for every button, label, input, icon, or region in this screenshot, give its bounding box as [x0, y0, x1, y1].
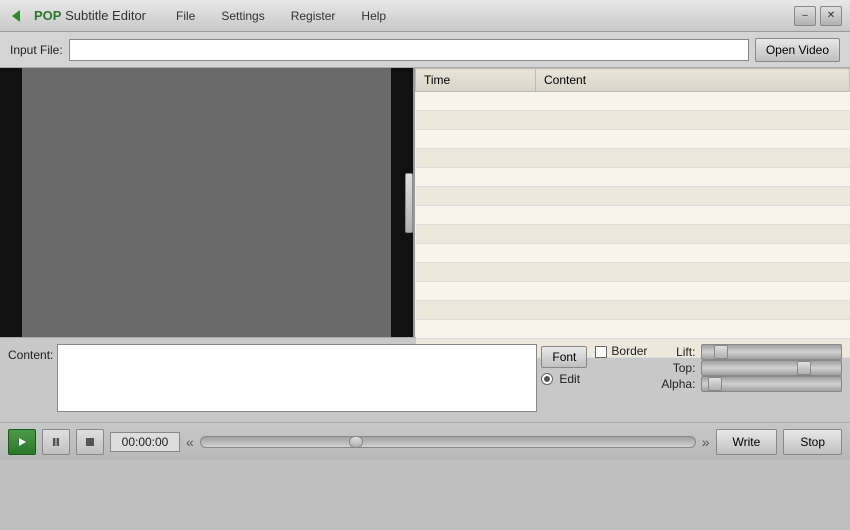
content-with-labels: Content: Font Edit Border	[8, 344, 647, 412]
subtitle-panel: Time Content	[415, 68, 850, 337]
table-row	[416, 149, 850, 168]
play-icon	[17, 437, 27, 447]
stop-transport-button[interactable]: Stop	[783, 429, 842, 455]
write-button[interactable]: Write	[716, 429, 778, 455]
table-row	[416, 111, 850, 130]
col-time: Time	[416, 69, 536, 92]
alpha-slider-row: Alpha:	[655, 376, 842, 392]
col-content: Content	[536, 69, 850, 92]
title-controls: – ✕	[794, 6, 842, 26]
border-label: Border	[611, 344, 647, 358]
stop-button[interactable]	[76, 429, 104, 455]
video-content	[22, 68, 391, 337]
table-row	[416, 282, 850, 301]
menu-register[interactable]: Register	[287, 7, 340, 25]
table-row	[416, 225, 850, 244]
pause-icon	[51, 437, 61, 447]
input-file-field[interactable]	[69, 39, 749, 61]
table-row	[416, 301, 850, 320]
top-thumb[interactable]	[797, 361, 811, 375]
bottom-left: Content: Font Edit Border	[8, 344, 647, 416]
table-row	[416, 244, 850, 263]
video-panel	[0, 68, 415, 337]
content-textarea[interactable]	[57, 344, 537, 412]
menu-settings[interactable]: Settings	[217, 7, 268, 25]
top-slider-row: Top:	[655, 360, 842, 376]
border-area: Border	[595, 344, 647, 362]
lift-track[interactable]	[701, 344, 842, 360]
lift-thumb[interactable]	[714, 345, 728, 359]
stop-icon	[85, 437, 95, 447]
subtitle-table: Time Content	[415, 68, 850, 358]
font-button[interactable]: Font	[541, 346, 587, 368]
pause-button[interactable]	[42, 429, 70, 455]
table-row	[416, 168, 850, 187]
bottom-area: Content: Font Edit Border	[0, 338, 850, 422]
video-black-left	[0, 68, 22, 337]
progress-track[interactable]	[200, 436, 696, 448]
edit-radio[interactable]	[541, 373, 553, 385]
table-row	[416, 92, 850, 111]
top-label: Top:	[655, 361, 695, 375]
lift-label: Lift:	[655, 345, 695, 359]
lift-slider-row: Lift:	[655, 344, 842, 360]
sliders-area: Lift: Top: Alpha:	[647, 344, 842, 416]
main-area: Time Content	[0, 68, 850, 338]
table-row	[416, 263, 850, 282]
border-checkbox[interactable]	[595, 346, 607, 358]
edit-row: Edit	[541, 372, 587, 386]
menu-help[interactable]: Help	[357, 7, 390, 25]
video-display	[0, 68, 413, 337]
input-file-label: Input File:	[10, 43, 63, 57]
edit-label: Edit	[559, 372, 580, 386]
nav-right-button[interactable]: »	[702, 434, 710, 450]
minimize-button[interactable]: –	[794, 6, 816, 26]
open-video-button[interactable]: Open Video	[755, 38, 840, 62]
top-track[interactable]	[701, 360, 842, 376]
input-bar: Input File: Open Video	[0, 32, 850, 68]
content-label: Content:	[8, 348, 53, 362]
time-display: 00:00:00	[110, 432, 180, 452]
progress-thumb[interactable]	[349, 436, 363, 448]
close-button[interactable]: ✕	[820, 6, 842, 26]
table-row	[416, 320, 850, 339]
play-button[interactable]	[8, 429, 36, 455]
app-title: POP Subtitle Editor	[34, 8, 146, 23]
alpha-track[interactable]	[701, 376, 842, 392]
bottom-main: Content: Font Edit Border	[8, 344, 842, 416]
video-scrollbar[interactable]	[405, 173, 413, 233]
table-row	[416, 206, 850, 225]
transport-bar: 00:00:00 « » Write Stop	[0, 422, 850, 460]
app-icon	[8, 6, 28, 26]
nav-left-button[interactable]: «	[186, 434, 194, 450]
radio-inner	[544, 376, 550, 382]
menu-file[interactable]: File	[172, 7, 199, 25]
title-bar: POP Subtitle Editor File Settings Regist…	[0, 0, 850, 32]
alpha-thumb[interactable]	[708, 377, 722, 391]
table-row	[416, 130, 850, 149]
table-row	[416, 187, 850, 206]
alpha-label: Alpha:	[655, 377, 695, 391]
subtitle-tbody	[416, 92, 850, 358]
title-bar-left: POP Subtitle Editor File Settings Regist…	[8, 6, 794, 26]
title-menu: File Settings Register Help	[172, 7, 390, 25]
font-edit-col: Font Edit	[541, 344, 587, 386]
